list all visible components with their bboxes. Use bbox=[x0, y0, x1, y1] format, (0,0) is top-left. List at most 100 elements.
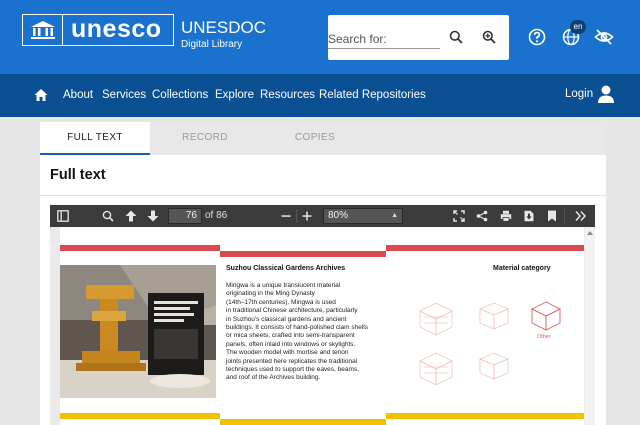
nav-about[interactable]: About bbox=[63, 88, 93, 102]
nav-collections[interactable]: Collections bbox=[152, 88, 208, 102]
print-button[interactable] bbox=[499, 209, 513, 223]
temple-icon bbox=[23, 15, 63, 45]
body-line: panels, often inlaid into windows or sky… bbox=[226, 340, 356, 348]
record-tabs: FULL TEXT RECORD COPIES bbox=[40, 122, 606, 155]
home-icon bbox=[34, 89, 48, 101]
material-label-other: Other bbox=[537, 334, 551, 340]
red-stripe bbox=[386, 245, 584, 251]
unesco-logo[interactable]: unesco bbox=[22, 14, 174, 46]
share-icon bbox=[476, 210, 488, 222]
material-category-heading: Material category bbox=[493, 265, 551, 272]
body-line: buildings. It consists of hand-polished … bbox=[226, 324, 368, 332]
material-cube-icon-active bbox=[530, 301, 562, 331]
pdf-scrollbar[interactable] bbox=[585, 227, 595, 425]
logo-wordmark: unesco bbox=[71, 15, 162, 43]
plus-icon bbox=[302, 211, 312, 221]
yellow-stripe bbox=[220, 419, 386, 425]
next-page-button[interactable] bbox=[146, 209, 160, 223]
zoom-out-button[interactable] bbox=[279, 209, 293, 223]
home-button[interactable] bbox=[34, 88, 48, 102]
sidebar-toggle-button[interactable] bbox=[56, 209, 70, 223]
material-cube-icon bbox=[419, 302, 453, 336]
body-line: (14th–17th centuries). Mingwa is used bbox=[226, 298, 336, 306]
download-icon bbox=[524, 210, 534, 222]
nav-services[interactable]: Services bbox=[102, 88, 146, 102]
document-heading: Suzhou Classical Gardens Archives bbox=[226, 265, 346, 272]
body-line: The wooden model with mortise and tenon bbox=[226, 349, 349, 357]
toolbar-separator bbox=[296, 209, 297, 223]
tab-copies[interactable]: COPIES bbox=[260, 122, 370, 155]
body-line: in Suzhou's classical gardens and ancien… bbox=[226, 315, 347, 323]
panel-title: Full text bbox=[50, 167, 106, 183]
search-icon bbox=[449, 30, 463, 44]
body-line: originating in the Ming Dynasty bbox=[226, 290, 315, 298]
main-nav: About Services Collections Explore Resou… bbox=[0, 74, 640, 117]
yellow-stripe bbox=[60, 413, 220, 419]
zoom-search-icon bbox=[482, 30, 496, 44]
site-subtitle: Digital Library bbox=[181, 39, 243, 50]
body-line: joints presented here replicates the tra… bbox=[226, 357, 358, 365]
page-number-input[interactable]: 76 bbox=[168, 208, 202, 224]
material-cube-icon bbox=[478, 352, 510, 380]
presentation-mode-button[interactable] bbox=[452, 209, 466, 223]
material-icons bbox=[419, 301, 562, 386]
top-header: unesco UNESDOC Digital Library Search fo… bbox=[0, 0, 640, 74]
sidebar-icon bbox=[57, 210, 69, 222]
pdf-page: Suzhou Classical Gardens Archives Mingwa… bbox=[60, 227, 584, 425]
page-count: of 86 bbox=[205, 210, 228, 221]
fullscreen-icon bbox=[453, 210, 465, 222]
pdf-toolbar: 76 of 86 80% ▲ bbox=[50, 205, 595, 227]
search-icon bbox=[102, 210, 114, 222]
body-line: in traditional Chinese architecture, par… bbox=[226, 307, 358, 315]
user-icon bbox=[598, 85, 614, 103]
tab-record[interactable]: RECORD bbox=[150, 122, 260, 155]
eye-slash-icon bbox=[594, 29, 614, 45]
zoom-select[interactable]: 80% ▲ bbox=[323, 208, 403, 224]
document-body: Mingwa is a unique translucent material … bbox=[226, 282, 384, 383]
zoom-value: 80% bbox=[328, 210, 349, 221]
help-button[interactable] bbox=[527, 27, 547, 47]
search-button[interactable] bbox=[447, 28, 465, 46]
pdf-viewer: 76 of 86 80% ▲ Suzhou Classical Gardens … bbox=[50, 205, 595, 425]
find-button[interactable] bbox=[101, 209, 115, 223]
previous-page-button[interactable] bbox=[124, 209, 138, 223]
zoom-in-button[interactable] bbox=[300, 209, 314, 223]
red-stripe bbox=[60, 245, 220, 251]
search-box bbox=[328, 15, 509, 60]
printer-icon bbox=[500, 210, 512, 222]
user-button[interactable] bbox=[597, 84, 615, 104]
nav-resources[interactable]: Resources bbox=[260, 88, 315, 102]
yellow-stripe bbox=[386, 413, 584, 419]
arrow-down-icon bbox=[147, 210, 159, 222]
archive-photo bbox=[60, 265, 216, 398]
accessibility-toggle[interactable] bbox=[594, 27, 614, 47]
login-link[interactable]: Login bbox=[565, 87, 593, 101]
body-line: or mica sheets, crafted into semi-transp… bbox=[226, 332, 355, 340]
material-cube-icon bbox=[419, 352, 453, 386]
toolbar-separator bbox=[564, 209, 565, 223]
search-input[interactable] bbox=[328, 29, 440, 49]
body-line: techniques used to support the eaves, be… bbox=[226, 366, 359, 374]
download-button[interactable] bbox=[522, 209, 536, 223]
body-line: and roof of the Archives building. bbox=[226, 374, 321, 382]
material-cube-icon bbox=[478, 302, 510, 330]
bookmark-icon bbox=[548, 210, 556, 222]
scroll-up-arrow-icon[interactable] bbox=[587, 231, 593, 235]
divider bbox=[40, 195, 606, 196]
arrow-up-icon bbox=[125, 210, 137, 222]
site-name[interactable]: UNESDOC bbox=[181, 19, 266, 37]
nav-related-repositories[interactable]: Related Repositories bbox=[319, 88, 426, 102]
bookmark-button[interactable] bbox=[545, 209, 559, 223]
updown-icon: ▲ bbox=[391, 212, 398, 219]
tab-full-text[interactable]: FULL TEXT bbox=[40, 122, 150, 155]
body-line: Mingwa is a unique translucent material bbox=[226, 282, 341, 289]
tools-menu-button[interactable] bbox=[574, 209, 588, 223]
nav-explore[interactable]: Explore bbox=[215, 88, 254, 102]
double-chevron-right-icon bbox=[575, 211, 587, 221]
language-badge: en bbox=[570, 20, 586, 34]
red-stripe bbox=[220, 251, 386, 257]
advanced-search-button[interactable] bbox=[480, 28, 498, 46]
help-icon bbox=[528, 28, 546, 46]
share-button[interactable] bbox=[475, 209, 489, 223]
minus-icon bbox=[281, 215, 291, 217]
